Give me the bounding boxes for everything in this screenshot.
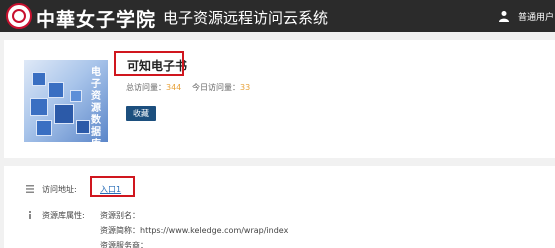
resource-service: 资源服务商： — [100, 241, 148, 248]
access-address-label: 访问地址: — [42, 185, 77, 194]
resource-short-name: 资源简称：https://www.keledge.com/wrap/index — [100, 226, 289, 235]
database-card: 电子资源数据库 可知电子书 总访问量：344 今日访问量：33 收藏 — [4, 40, 555, 158]
favorite-button[interactable]: 收藏 — [126, 106, 156, 121]
list-icon — [26, 185, 34, 193]
database-cover-image: 电子资源数据库 — [24, 60, 108, 142]
properties-label: 资源库属性: — [42, 211, 85, 220]
app-title: 电子资源远程访问云系统 — [163, 9, 329, 27]
user-icon[interactable] — [498, 10, 510, 22]
today-visits: 今日访问量：33 — [192, 83, 251, 92]
top-header: 中華女子学院 电子资源远程访问云系统 普通用户 — [0, 0, 555, 32]
user-menu[interactable]: 普通用户 — [518, 10, 554, 23]
highlight-box-entry — [90, 176, 135, 197]
access-info-card: 访问地址: 入口1 资源库属性: 资源别名： 资源简称：https://www.… — [4, 166, 555, 248]
highlight-box-title — [114, 51, 184, 76]
cover-text: 电子资源数据库 — [91, 67, 101, 142]
school-seal-icon — [6, 3, 32, 29]
school-logo-text: 中華女子学院 — [36, 9, 157, 31]
total-visits: 总访问量：344 — [126, 83, 182, 92]
resource-alias: 资源别名： — [100, 211, 140, 220]
info-icon — [29, 211, 31, 219]
